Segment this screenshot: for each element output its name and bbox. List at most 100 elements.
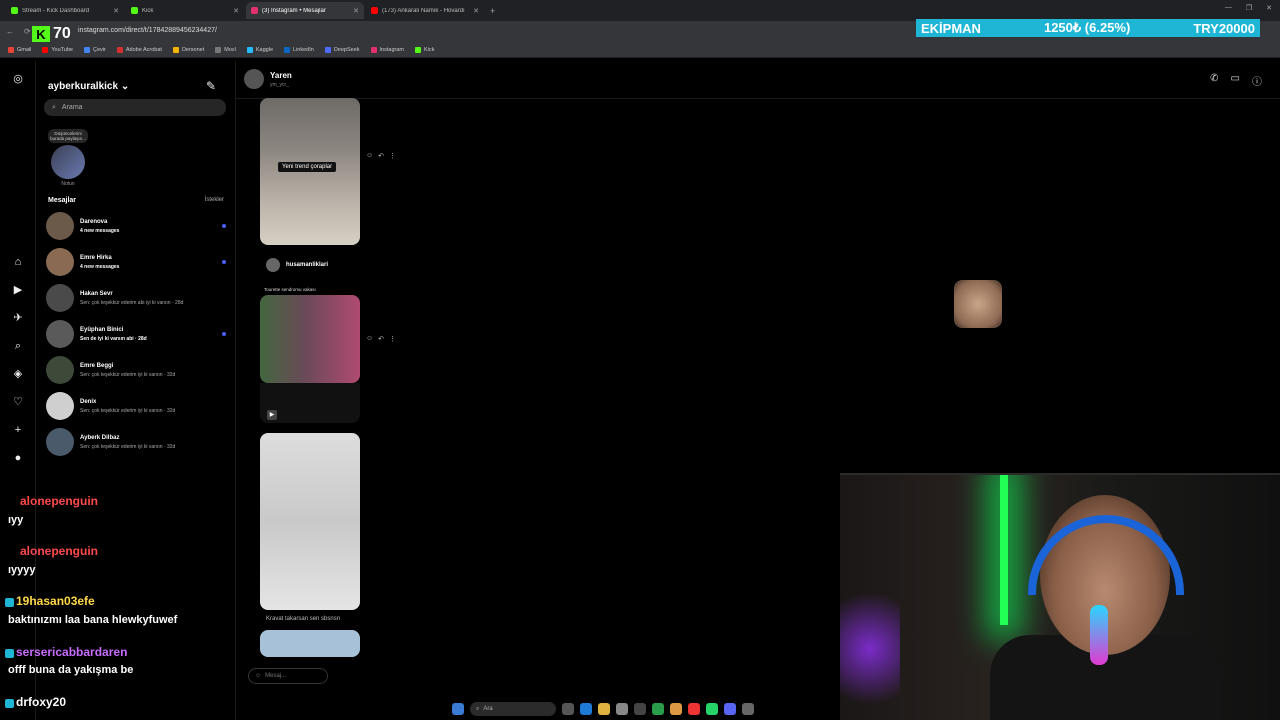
close-tab-icon[interactable]: ✕ [233,7,239,15]
browser-tab[interactable]: Kick ✕ [126,2,244,19]
close-tab-icon[interactable]: ✕ [113,7,119,15]
more-icon[interactable]: ⋮ [389,335,396,343]
chat-username[interactable]: sersericabbardaren [16,645,127,659]
bookmark-icon [324,46,331,53]
message-input[interactable]: ☺ Mesaj... [248,668,328,684]
conversation-preview: Sen: çok teşekkür ederim iyi ki varsın ·… [80,443,176,450]
app-icon[interactable] [742,703,754,715]
search-input[interactable]: ⌕ Arama [44,99,226,116]
new-tab-button[interactable]: + [490,6,495,16]
conversation-preview: 4 new messages [80,227,120,234]
bookmark-item[interactable]: Çevir [84,46,106,53]
bookmark-icon [370,46,377,53]
tab-favicon [131,7,138,14]
shared-reel-2[interactable] [260,295,360,383]
emoji-icon[interactable]: ☺ [366,152,373,160]
taskbar-search[interactable]: ⌕ Ara [470,702,556,716]
emoji-icon[interactable]: ☺ [366,335,373,343]
chrome-icon[interactable] [652,703,664,715]
chat-message-text: baktınızmı laa bana hlewkyfuwef [8,614,178,626]
reload-button[interactable]: ⟳ [24,27,31,36]
browser-tab[interactable]: (3) Instagram • Mesajlar ✕ [246,2,364,19]
bookmark-label: LinkedIn [293,46,314,53]
chat-username[interactable]: alonepenguin [20,494,98,508]
conversation-item[interactable]: Emre Beggi Sen: çok teşekkür ederim iyi k… [46,355,226,385]
discord-icon[interactable] [724,703,736,715]
file-explorer-icon[interactable] [598,703,610,715]
create-icon[interactable]: + [12,424,24,436]
search-icon[interactable]: ⌕ [12,340,24,352]
chat-username[interactable]: alonepenguin [20,544,98,558]
shared-post-header[interactable]: husamanliklari [266,258,328,272]
conversation-item[interactable]: Emre Hirka 4 new messages [46,247,226,277]
profile-avatar[interactable]: ● [12,452,24,464]
phone-icon[interactable]: ✆ [1210,73,1218,88]
messages-icon[interactable]: ✈ [12,312,24,324]
floating-face-image [954,280,1002,328]
message-placeholder: Mesaj... [265,673,287,679]
home-icon[interactable]: ⌂ [12,256,24,268]
bookmark-item[interactable]: Kaggle [246,46,274,53]
chat-contact-name[interactable]: Yaren [270,71,292,80]
close-tab-icon[interactable]: ✕ [473,7,479,15]
compose-icon[interactable]: ✎ [206,79,216,93]
avatar[interactable] [244,69,264,89]
whatsapp-icon[interactable] [706,703,718,715]
bookmark-item[interactable]: Dersonet [172,46,204,53]
avatar [46,392,74,420]
shared-reel-4[interactable] [260,630,360,657]
maximize-button[interactable]: ❐ [1246,4,1252,12]
chat-username[interactable]: 19hasan03efe [16,594,95,608]
more-icon[interactable]: ⋮ [389,152,396,160]
youtube-icon[interactable] [688,703,700,715]
conversation-preview: Sen: çok teşekkür ederim iyi ki varsın ·… [80,371,176,378]
bookmark-label: Kaggle [255,46,274,53]
chat-username[interactable]: drfoxy20 [16,695,66,709]
app-icon[interactable] [634,703,646,715]
conversation-name: Emre Hirka [80,254,112,261]
reels-icon[interactable]: ▶ [12,284,24,296]
note-widget[interactable]: Düşüncelerini burada paylaşın... Notun [48,129,88,187]
bookmark-item[interactable]: Instagram [370,46,404,53]
bookmark-item[interactable]: Adobe Acrobat [116,46,162,53]
conversation-item[interactable]: Hakan Sevr Sen: çok teşekkür ederim abi i… [46,283,226,313]
emoji-icon[interactable]: ☺ [255,673,261,679]
back-button[interactable]: ← [6,27,14,36]
unread-dot [222,260,226,264]
edge-icon[interactable] [580,703,592,715]
bookmark-item[interactable]: Mısıl [215,46,236,53]
bookmark-item[interactable]: YouTube [42,46,73,53]
windows-start-icon[interactable] [452,703,464,715]
heart-icon[interactable]: ♡ [12,396,24,408]
chat-message-text: offf buna da yakışma be [8,664,134,676]
video-icon[interactable]: ▭ [1231,73,1240,88]
app-icon[interactable] [670,703,682,715]
instagram-icon[interactable]: ◎ [12,73,24,85]
shared-reel-3[interactable] [260,433,360,610]
bookmark-item[interactable]: DeepSeek [324,46,360,53]
conversation-item[interactable]: Ayberk Dilbaz Sen: çok teşekkür ederim iy… [46,427,226,457]
close-tab-icon[interactable]: ✕ [353,7,359,15]
close-window-button[interactable]: ✕ [1266,4,1272,12]
bookmark-item[interactable]: LinkedIn [284,46,314,53]
reply-icon[interactable]: ↶ [378,152,384,160]
unread-dot [222,332,226,336]
conversation-item[interactable]: Darenova 4 new messages [46,211,226,241]
bookmark-item[interactable]: Kick [414,46,434,53]
conversation-item[interactable]: Denix Sen: çok teşekkür ederim iyi ki var… [46,391,226,421]
url-field[interactable]: instagram.com/direct/t/17842889456234427… [78,27,217,34]
store-icon[interactable] [616,703,628,715]
shared-reel-1[interactable]: Yeni trend çoraplar [260,98,360,245]
account-username[interactable]: ayberkuralkick ⌄ [48,81,129,92]
task-view-icon[interactable] [562,703,574,715]
taskbar: ⌕ Ara [452,699,832,719]
minimize-button[interactable]: — [1225,4,1232,12]
reply-icon[interactable]: ↶ [378,335,384,343]
bookmark-item[interactable]: Gmail [8,46,31,53]
requests-link[interactable]: İstekler [205,197,224,204]
info-icon[interactable]: ⓘ [1252,73,1262,88]
browser-tab[interactable]: Stream - Kick Dashboard ✕ [6,2,124,19]
conversation-item[interactable]: Eyüphan Binici Sen de iyi ki varsın abi ·… [46,319,226,349]
browser-tab[interactable]: (173) Ankaralı Namık - Hovardı ✕ [366,2,484,19]
explore-icon[interactable]: ◈ [12,368,24,380]
